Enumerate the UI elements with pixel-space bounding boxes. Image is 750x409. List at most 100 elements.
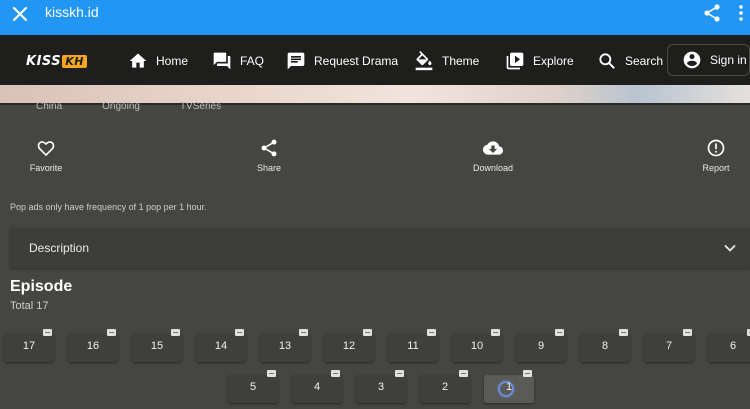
episode-button-14[interactable]: 14 [196, 329, 246, 362]
nav-search[interactable]: Search [597, 50, 663, 72]
nav-theme-label: Theme [442, 54, 480, 68]
drama-tags: China Ongoing TVSeries [36, 101, 261, 113]
episode-button-1[interactable]: 1 [484, 370, 534, 403]
episode-number: 15 [150, 340, 164, 352]
nav-search-label: Search [625, 54, 664, 68]
sign-in-label: Sign in [710, 53, 747, 67]
sign-in-button[interactable]: Sign in [667, 44, 750, 76]
description-panel[interactable]: Description [10, 228, 750, 268]
episode-button-5[interactable]: 5 [228, 370, 278, 403]
nav-faq-label: FAQ [240, 54, 265, 68]
share-button[interactable]: Share [229, 138, 309, 173]
episode-number: 9 [537, 340, 545, 352]
logo-badge: KH [62, 55, 87, 68]
tag-type: TVSeries [179, 101, 222, 112]
episode-number: 1 [505, 381, 513, 393]
subtitle-badge-icon [619, 329, 628, 336]
subtitle-badge-icon [331, 370, 340, 377]
subtitle-badge-icon [171, 329, 180, 336]
episode-number: 17 [22, 340, 36, 352]
close-icon[interactable] [10, 4, 30, 24]
subtitle-badge-icon [299, 329, 308, 336]
home-icon [129, 53, 147, 68]
episode-heading: Episode [10, 278, 73, 295]
tag-country: China [36, 101, 63, 112]
subtitle-badge-icon [235, 329, 244, 336]
request-icon [287, 52, 305, 70]
episode-button-16[interactable]: 16 [68, 329, 118, 362]
episode-button-13[interactable]: 13 [260, 329, 310, 362]
episode-button-2[interactable]: 2 [420, 370, 470, 403]
description-label: Description [29, 241, 90, 255]
subtitle-badge-icon [427, 329, 436, 336]
episode-number: 6 [729, 340, 737, 352]
report-button[interactable]: Report [676, 138, 750, 173]
episode-number: 13 [278, 340, 292, 352]
subtitle-badge-icon [491, 329, 500, 336]
favorite-button[interactable]: Favorite [6, 138, 86, 173]
ads-notice: Pop ads only have frequency of 1 pop per… [10, 202, 207, 212]
episode-number: 12 [342, 340, 356, 352]
episode-button-4[interactable]: 4 [292, 370, 342, 403]
nav-request-label: Request Drama [314, 54, 399, 68]
download-button[interactable]: Download [453, 138, 533, 173]
subtitle-badge-icon [395, 370, 404, 377]
share-icon [261, 139, 277, 157]
tag-status: Ongoing [102, 101, 140, 112]
nav-explore[interactable]: Explore [505, 50, 574, 72]
browser-share-icon[interactable] [702, 3, 722, 23]
subtitle-badge-icon [459, 370, 468, 377]
episode-number: 11 [407, 340, 419, 352]
share-label: Share [256, 163, 282, 173]
episode-number: 16 [86, 340, 100, 352]
subtitle-badge-icon [683, 329, 692, 336]
more-vert-icon[interactable] [738, 4, 744, 22]
episode-number: 4 [313, 381, 321, 393]
nav-home[interactable]: Home [128, 50, 188, 72]
subtitle-badge-icon [267, 370, 276, 377]
subtitle-badge-icon [107, 329, 116, 336]
theme-icon [415, 51, 433, 71]
episode-number: 7 [665, 340, 673, 352]
logo-text: KISS [26, 54, 62, 69]
episode-button-6[interactable]: 6 [708, 329, 750, 362]
episode-button-15[interactable]: 15 [132, 329, 182, 362]
favorite-label: Favorite [29, 163, 63, 173]
faq-icon [213, 52, 231, 70]
nav-explore-label: Explore [533, 54, 574, 68]
episode-number: 2 [441, 381, 449, 393]
episode-number: 3 [377, 381, 385, 393]
nav-theme[interactable]: Theme [414, 50, 479, 72]
browser-url[interactable]: kisskh.id [45, 4, 99, 20]
search-icon [599, 53, 615, 69]
episode-number: 14 [214, 340, 228, 352]
download-label: Download [472, 163, 514, 173]
chevron-down-icon [724, 245, 736, 252]
heart-icon [37, 141, 55, 156]
episode-number: 5 [249, 381, 257, 393]
subtitle-badge-icon [523, 370, 532, 377]
download-icon [483, 141, 503, 155]
site-logo[interactable]: KISS KH [26, 54, 87, 69]
subtitle-badge-icon [555, 329, 564, 336]
episode-button-11[interactable]: 11 [388, 329, 438, 362]
episode-button-3[interactable]: 3 [356, 370, 406, 403]
episode-button-10[interactable]: 10 [452, 329, 502, 362]
episode-button-8[interactable]: 8 [580, 329, 630, 362]
episode-button-17[interactable]: 17 [4, 329, 54, 362]
episode-total: Total 17 [10, 300, 49, 312]
report-label: Report [702, 163, 730, 173]
explore-icon [506, 52, 524, 70]
app-header: KISS KH Home FAQ Request Drama Theme Expl… [0, 35, 750, 85]
browser-bar: kisskh.id [0, 0, 750, 35]
episode-button-7[interactable]: 7 [644, 329, 694, 362]
subtitle-badge-icon [43, 329, 52, 336]
nav-home-label: Home [156, 54, 189, 68]
episode-number: 10 [470, 340, 484, 352]
report-icon [707, 139, 725, 157]
episode-button-9[interactable]: 9 [516, 329, 566, 362]
nav-request-drama[interactable]: Request Drama [286, 50, 398, 72]
nav-faq[interactable]: FAQ [212, 50, 264, 72]
episode-button-12[interactable]: 12 [324, 329, 374, 362]
subtitle-badge-icon [363, 329, 372, 336]
